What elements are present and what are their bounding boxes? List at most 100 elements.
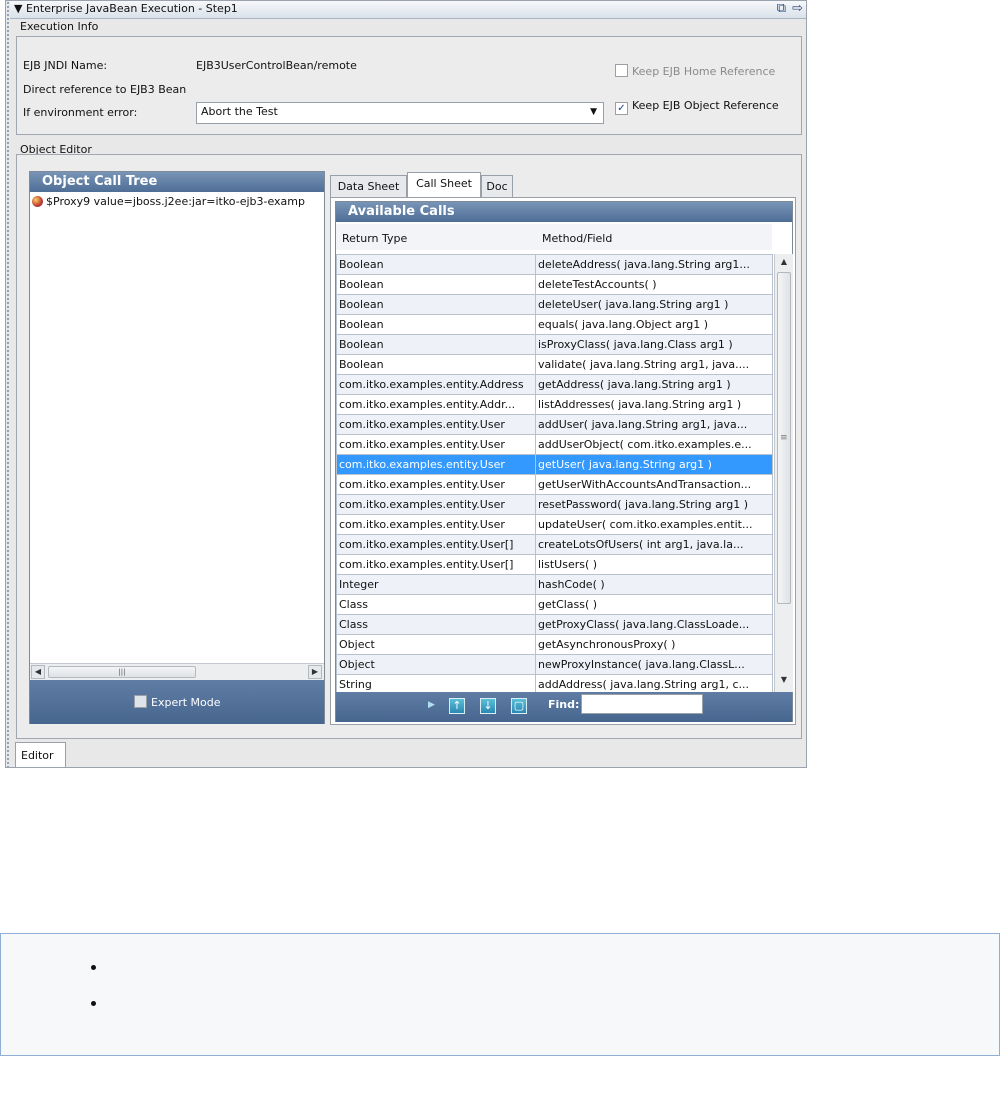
method-cell[interactable]: addUser( java.lang.String arg1, java... xyxy=(535,414,773,435)
method-cell[interactable]: getAsynchronousProxy( ) xyxy=(535,634,773,655)
tab-doc[interactable]: Doc xyxy=(481,175,513,197)
method-cell[interactable]: resetPassword( java.lang.String arg1 ) xyxy=(535,494,773,515)
table-row[interactable]: com.itko.examples.entity.User[] listUsers… xyxy=(336,554,773,575)
scroll-up-icon[interactable]: ▲ xyxy=(777,256,791,270)
tab-editor[interactable]: Editor xyxy=(15,742,66,767)
step-title-bar[interactable]: ▼ Enterprise JavaBean Execution - Step1 … xyxy=(10,1,806,19)
tab-data-sheet[interactable]: Data Sheet xyxy=(330,175,407,197)
method-cell[interactable]: hashCode( ) xyxy=(535,574,773,595)
method-cell[interactable]: getUser( java.lang.String arg1 ) xyxy=(535,454,773,475)
call-tree-footer: Expert Mode xyxy=(30,680,324,724)
table-row[interactable]: com.itko.examples.entity.User[] createLot… xyxy=(336,534,773,555)
scroll-left-icon[interactable]: ◀ xyxy=(31,665,45,679)
table-row[interactable]: com.itko.examples.entity.Addr... listAddr… xyxy=(336,394,773,415)
method-cell[interactable]: getClass( ) xyxy=(535,594,773,615)
table-row[interactable]: Boolean equals( java.lang.Object arg1 ) xyxy=(336,314,773,335)
env-error-selected-value: Abort the Test xyxy=(201,105,278,118)
keep-object-ref-checkbox[interactable]: ✓ Keep EJB Object Reference xyxy=(615,99,779,115)
return-type-cell[interactable]: com.itko.examples.entity.User xyxy=(336,434,536,455)
checkmark-icon[interactable]: ✓ xyxy=(615,102,628,115)
return-type-cell[interactable]: Boolean xyxy=(336,254,536,275)
return-type-cell[interactable]: Object xyxy=(336,634,536,655)
env-error-select[interactable]: Abort the Test ▼ xyxy=(196,102,604,124)
method-cell[interactable]: getProxyClass( java.lang.ClassLoade... xyxy=(535,614,773,635)
method-cell[interactable]: addUserObject( com.itko.examples.e... xyxy=(535,434,773,455)
return-type-cell[interactable]: Integer xyxy=(336,574,536,595)
keep-home-ref-checkbox[interactable]: Keep EJB Home Reference xyxy=(615,64,775,78)
scroll-right-icon[interactable]: ▶ xyxy=(308,665,322,679)
method-cell[interactable]: getAddress( java.lang.String arg1 ) xyxy=(535,374,773,395)
find-label: Find: xyxy=(548,698,580,711)
table-row[interactable]: Boolean deleteAddress( java.lang.String a… xyxy=(336,254,773,275)
table-row[interactable]: Boolean deleteTestAccounts( ) xyxy=(336,274,773,295)
method-cell[interactable]: listUsers( ) xyxy=(535,554,773,575)
return-type-cell[interactable]: com.itko.examples.entity.User[] xyxy=(336,554,536,575)
table-row[interactable]: Boolean deleteUser( java.lang.String arg1… xyxy=(336,294,773,315)
scroll-thumb[interactable]: ≡ xyxy=(777,272,791,604)
return-type-cell[interactable]: com.itko.examples.entity.User xyxy=(336,494,536,515)
return-type-cell[interactable]: Boolean xyxy=(336,274,536,295)
method-cell[interactable]: createLotsOfUsers( int arg1, java.la... xyxy=(535,534,773,555)
return-type-cell[interactable]: Boolean xyxy=(336,314,536,335)
horizontal-scrollbar[interactable]: ◀ ||| ▶ xyxy=(30,663,324,680)
table-row[interactable]: Integer hashCode( ) xyxy=(336,574,773,595)
scroll-down-icon[interactable]: ▼ xyxy=(777,674,791,688)
table-row[interactable]: com.itko.examples.entity.Address getAddre… xyxy=(336,374,773,395)
method-cell[interactable]: isProxyClass( java.lang.Class arg1 ) xyxy=(535,334,773,355)
tab-call-sheet[interactable]: Call Sheet xyxy=(407,172,481,197)
vertical-scrollbar[interactable]: ▲ ≡ ▼ xyxy=(774,254,793,692)
scroll-thumb[interactable]: ||| xyxy=(48,666,196,678)
table-row[interactable]: com.itko.examples.entity.User resetPasswo… xyxy=(336,494,773,515)
table-row[interactable]: Object getAsynchronousProxy( ) xyxy=(336,634,773,655)
method-cell[interactable]: newProxyInstance( java.lang.ClassL... xyxy=(535,654,773,675)
return-type-cell[interactable]: Object xyxy=(336,654,536,675)
return-type-cell[interactable]: com.itko.examples.entity.User xyxy=(336,454,536,475)
expert-mode-checkbox[interactable]: Expert Mode xyxy=(134,695,221,709)
play-icon[interactable]: ▶ xyxy=(428,700,435,710)
dock-icon[interactable]: ⧉ xyxy=(777,1,786,16)
return-type-cell[interactable]: com.itko.examples.entity.User xyxy=(336,414,536,435)
tree-node[interactable]: $Proxy9 value=jboss.j2ee:jar=itko-ejb3-e… xyxy=(32,195,322,208)
return-type-cell[interactable]: Class xyxy=(336,594,536,615)
chevron-down-icon[interactable]: ▼ xyxy=(590,107,597,117)
collapse-arrow-icon[interactable]: ▼ xyxy=(14,2,22,15)
arrow-right-icon[interactable]: ⇨ xyxy=(792,1,803,16)
bullet-note-box xyxy=(0,933,1000,1056)
return-type-cell[interactable]: com.itko.examples.entity.User xyxy=(336,474,536,495)
method-cell[interactable]: deleteTestAccounts( ) xyxy=(535,274,773,295)
checkbox-box[interactable] xyxy=(615,64,628,77)
find-input[interactable] xyxy=(581,694,703,714)
drag-handle-strip[interactable] xyxy=(6,1,11,767)
column-header-return-type[interactable]: Return Type xyxy=(342,232,407,245)
return-type-cell[interactable]: com.itko.examples.entity.Addr... xyxy=(336,394,536,415)
checkbox-box[interactable] xyxy=(134,695,147,708)
move-down-icon[interactable]: ↓ xyxy=(480,698,496,714)
method-cell[interactable]: equals( java.lang.Object arg1 ) xyxy=(535,314,773,335)
method-cell[interactable]: getUserWithAccountsAndTransaction... xyxy=(535,474,773,495)
return-type-cell[interactable]: Class xyxy=(336,614,536,635)
table-row[interactable]: com.itko.examples.entity.User addUserObje… xyxy=(336,434,773,455)
method-cell[interactable]: listAddresses( java.lang.String arg1 ) xyxy=(535,394,773,415)
table-row[interactable]: com.itko.examples.entity.User updateUser(… xyxy=(336,514,773,535)
move-up-icon[interactable]: ↑ xyxy=(449,698,465,714)
method-cell[interactable]: deleteAddress( java.lang.String arg1... xyxy=(535,254,773,275)
return-type-cell[interactable]: Boolean xyxy=(336,294,536,315)
return-type-cell[interactable]: Boolean xyxy=(336,334,536,355)
table-row[interactable]: com.itko.examples.entity.User getUser( ja… xyxy=(336,454,773,475)
method-cell[interactable]: deleteUser( java.lang.String arg1 ) xyxy=(535,294,773,315)
return-type-cell[interactable]: com.itko.examples.entity.User[] xyxy=(336,534,536,555)
table-row[interactable]: Object newProxyInstance( java.lang.ClassL… xyxy=(336,654,773,675)
table-row[interactable]: Class getProxyClass( java.lang.ClassLoade… xyxy=(336,614,773,635)
method-cell[interactable]: validate( java.lang.String arg1, java...… xyxy=(535,354,773,375)
method-cell[interactable]: updateUser( com.itko.examples.entit... xyxy=(535,514,773,535)
return-type-cell[interactable]: com.itko.examples.entity.Address xyxy=(336,374,536,395)
return-type-cell[interactable]: Boolean xyxy=(336,354,536,375)
table-row[interactable]: Class getClass( ) xyxy=(336,594,773,615)
return-type-cell[interactable]: com.itko.examples.entity.User xyxy=(336,514,536,535)
table-row[interactable]: Boolean validate( java.lang.String arg1, … xyxy=(336,354,773,375)
table-row[interactable]: com.itko.examples.entity.User getUserWith… xyxy=(336,474,773,495)
document-icon[interactable]: ▢ xyxy=(511,698,527,714)
column-header-method[interactable]: Method/Field xyxy=(542,232,612,245)
table-row[interactable]: Boolean isProxyClass( java.lang.Class arg… xyxy=(336,334,773,355)
table-row[interactable]: com.itko.examples.entity.User addUser( ja… xyxy=(336,414,773,435)
